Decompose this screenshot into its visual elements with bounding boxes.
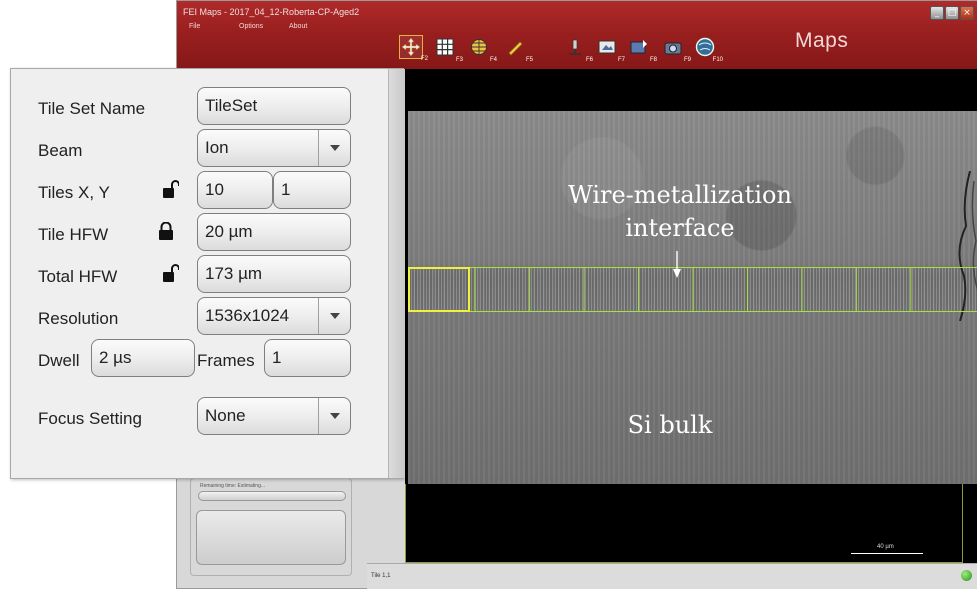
microscope-tool-button[interactable]: F6 (563, 35, 593, 63)
focus-setting-value: None (205, 406, 246, 425)
maximize-button[interactable]: □ (945, 6, 959, 20)
tile-set-name-input[interactable]: TileSet (197, 87, 351, 125)
tile-set-name-label: Tile Set Name (38, 99, 146, 118)
maps-brand: Maps (795, 29, 849, 52)
camera-flag-icon (630, 40, 647, 54)
close-button[interactable]: × (960, 6, 974, 20)
panel-divider (388, 69, 405, 478)
beam-value: Ion (205, 138, 229, 157)
tile-grid-icon (436, 38, 454, 56)
remaining-time-label: Remaining time: Estimating... (200, 483, 266, 489)
current-tile-outline (408, 267, 470, 312)
tool-key: F3 (455, 57, 463, 63)
progress-bar (198, 491, 346, 501)
globe-grid-icon (471, 39, 487, 55)
tile-set-settings-panel: Tile Set Name TileSet Beam Ion Tiles X, … (10, 68, 405, 479)
status-text: Tile 1,1 (371, 573, 391, 579)
globe-tool-button[interactable]: F10 (693, 35, 723, 63)
tile-hfw-label: Tile HFW (38, 225, 109, 244)
resolution-label: Resolution (38, 309, 119, 328)
lower-panel-box (196, 510, 346, 565)
image-frame-tool-button[interactable]: F7 (595, 35, 625, 63)
focus-setting-select[interactable]: None (197, 397, 351, 435)
tiles-xy-label: Tiles X, Y (38, 183, 110, 202)
tool-key: F5 (525, 57, 533, 63)
tool-key: F2 (420, 56, 428, 62)
down-arrow-icon (673, 251, 681, 278)
pencil-icon (508, 41, 523, 56)
tool-key: F10 (712, 57, 723, 63)
image-frame-icon (598, 40, 616, 54)
chevron-down-icon[interactable] (318, 298, 350, 334)
total-hfw-label: Total HFW (38, 267, 118, 286)
tool-key: F6 (585, 57, 593, 63)
resolution-value: 1536x1024 (205, 306, 290, 325)
minimize-button[interactable]: _ (930, 6, 944, 20)
total-hfw-input[interactable]: 173 µm (197, 255, 351, 293)
sem-image: Wire-metallization interface Si bulk (408, 111, 977, 484)
status-indicator-icon (961, 570, 972, 581)
tool-key: F9 (683, 57, 691, 63)
interface-annotation-line2: interface (625, 214, 735, 242)
titlebar: FEI Maps - 2017_04_12-Roberta-CP-Aged2 F… (177, 1, 977, 69)
menu-about[interactable]: About (289, 23, 307, 30)
globe-grid-tool-button[interactable]: F4 (467, 35, 497, 63)
beam-select[interactable]: Ion (197, 129, 351, 167)
camera-tool-button[interactable]: F9 (661, 35, 691, 63)
scale-bar-label: 40 µm (877, 544, 894, 550)
dwell-label: Dwell (38, 351, 80, 370)
focus-setting-label: Focus Setting (38, 409, 142, 428)
si-bulk-annotation: Si bulk (627, 411, 713, 439)
frames-input[interactable]: 1 (264, 339, 351, 377)
status-bar: Tile 1,1 (367, 563, 977, 589)
unlocked-icon[interactable] (163, 264, 179, 282)
tile-hfw-input[interactable]: 20 µm (197, 213, 351, 251)
image-viewport[interactable]: Wire-metallization interface Si bulk 40 … (405, 69, 977, 563)
microscope-icon (569, 39, 581, 55)
resolution-select[interactable]: 1536x1024 (197, 297, 351, 335)
pencil-tool-button[interactable]: F5 (503, 35, 533, 63)
tool-key: F8 (649, 57, 657, 63)
tile-grid-tool-button[interactable]: F3 (433, 35, 463, 63)
tiles-x-input[interactable]: 10 (197, 171, 273, 209)
tool-key: F7 (617, 57, 625, 63)
move-arrows-icon (401, 37, 421, 57)
chevron-down-icon[interactable] (318, 130, 350, 166)
tiles-y-input[interactable]: 1 (273, 171, 351, 209)
scale-bar (851, 553, 923, 554)
menu-options[interactable]: Options (239, 23, 263, 30)
tile-grid-overlay (408, 267, 977, 312)
dwell-input[interactable]: 2 µs (91, 339, 195, 377)
camera-flag-tool-button[interactable]: F8 (627, 35, 657, 63)
window-title: FEI Maps - 2017_04_12-Roberta-CP-Aged2 (183, 7, 360, 17)
beam-label: Beam (38, 141, 83, 160)
frame-outline (405, 484, 963, 563)
camera-icon (664, 42, 682, 55)
interface-annotation-line1: Wire-metallization (568, 181, 792, 209)
lock-icon[interactable] (158, 222, 174, 240)
frames-label: Frames (197, 351, 255, 370)
tool-key: F4 (489, 57, 497, 63)
chevron-down-icon[interactable] (318, 398, 350, 434)
menu-file[interactable]: File (189, 23, 200, 30)
move-tool-button[interactable]: F2 (399, 35, 428, 62)
unlocked-icon[interactable] (163, 180, 179, 198)
globe-icon (695, 37, 715, 57)
